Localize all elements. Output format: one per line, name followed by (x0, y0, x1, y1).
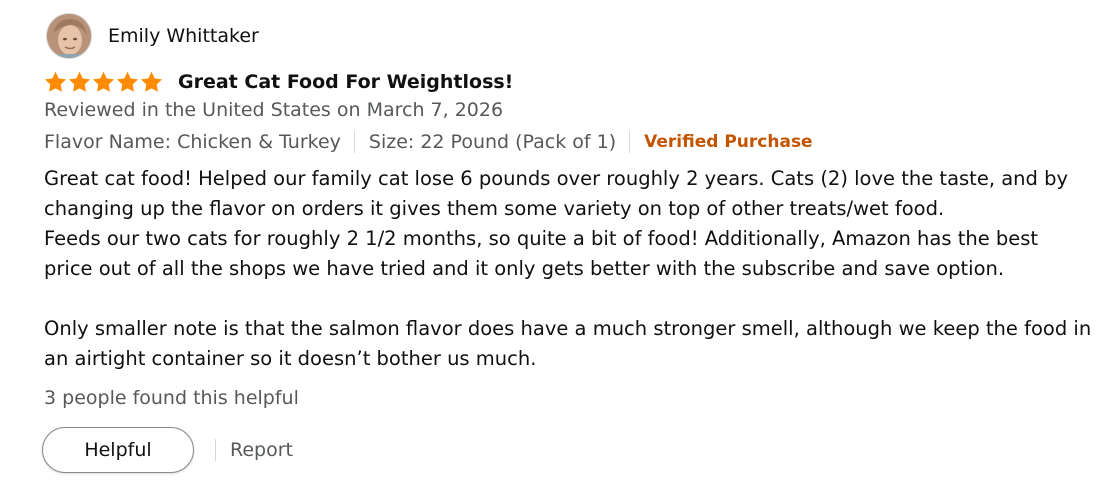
review-body-line: an airtight container so it doesn’t both… (44, 347, 537, 370)
size-info: Size: 22 Pound (Pack of 1) (368, 131, 617, 153)
helpful-button[interactable]: Helpful (42, 427, 194, 473)
review-body-line: Feeds our two cats for roughly 2 1/2 mon… (44, 227, 1039, 250)
customer-review: Emily Whittaker Great Cat Food For Weigh… (0, 0, 1116, 485)
star-icon (92, 71, 115, 92)
report-link[interactable]: Report (230, 439, 293, 461)
profile-photo-icon (47, 14, 91, 58)
review-title-row: Great Cat Food For Weightloss! (44, 69, 513, 95)
star-icon (44, 71, 67, 92)
flavor-link[interactable]: Flavor Name: Chicken & Turkey (44, 131, 341, 153)
star-rating[interactable] (44, 71, 164, 93)
review-body-line: changing up the flavor on orders it give… (44, 197, 945, 220)
star-icon (68, 71, 91, 92)
verified-purchase-badge: Verified Purchase (644, 132, 813, 152)
review-body-line: price out of all the shops we have tried… (44, 257, 1005, 280)
review-title[interactable]: Great Cat Food For Weightloss! (178, 71, 513, 93)
product-variant-info: Flavor Name: Chicken & Turkey Size: 22 P… (44, 129, 813, 155)
review-body-line: Only smaller note is that the salmon fla… (44, 317, 1092, 340)
review-actions: Helpful Report (42, 427, 293, 473)
reviewer-profile[interactable]: Emily Whittaker (46, 13, 259, 59)
star-icon (116, 71, 139, 92)
review-body: Great cat food! Helped our family cat lo… (44, 164, 1092, 374)
divider (353, 131, 355, 153)
avatar[interactable] (46, 13, 92, 59)
divider (215, 439, 216, 461)
reviewer-name[interactable]: Emily Whittaker (108, 25, 259, 47)
star-icon (140, 71, 163, 92)
helpful-vote-count: 3 people found this helpful (44, 387, 299, 409)
divider (629, 131, 631, 153)
review-date: Reviewed in the United States on March 7… (44, 99, 504, 121)
review-body-line: Great cat food! Helped our family cat lo… (44, 167, 1069, 190)
